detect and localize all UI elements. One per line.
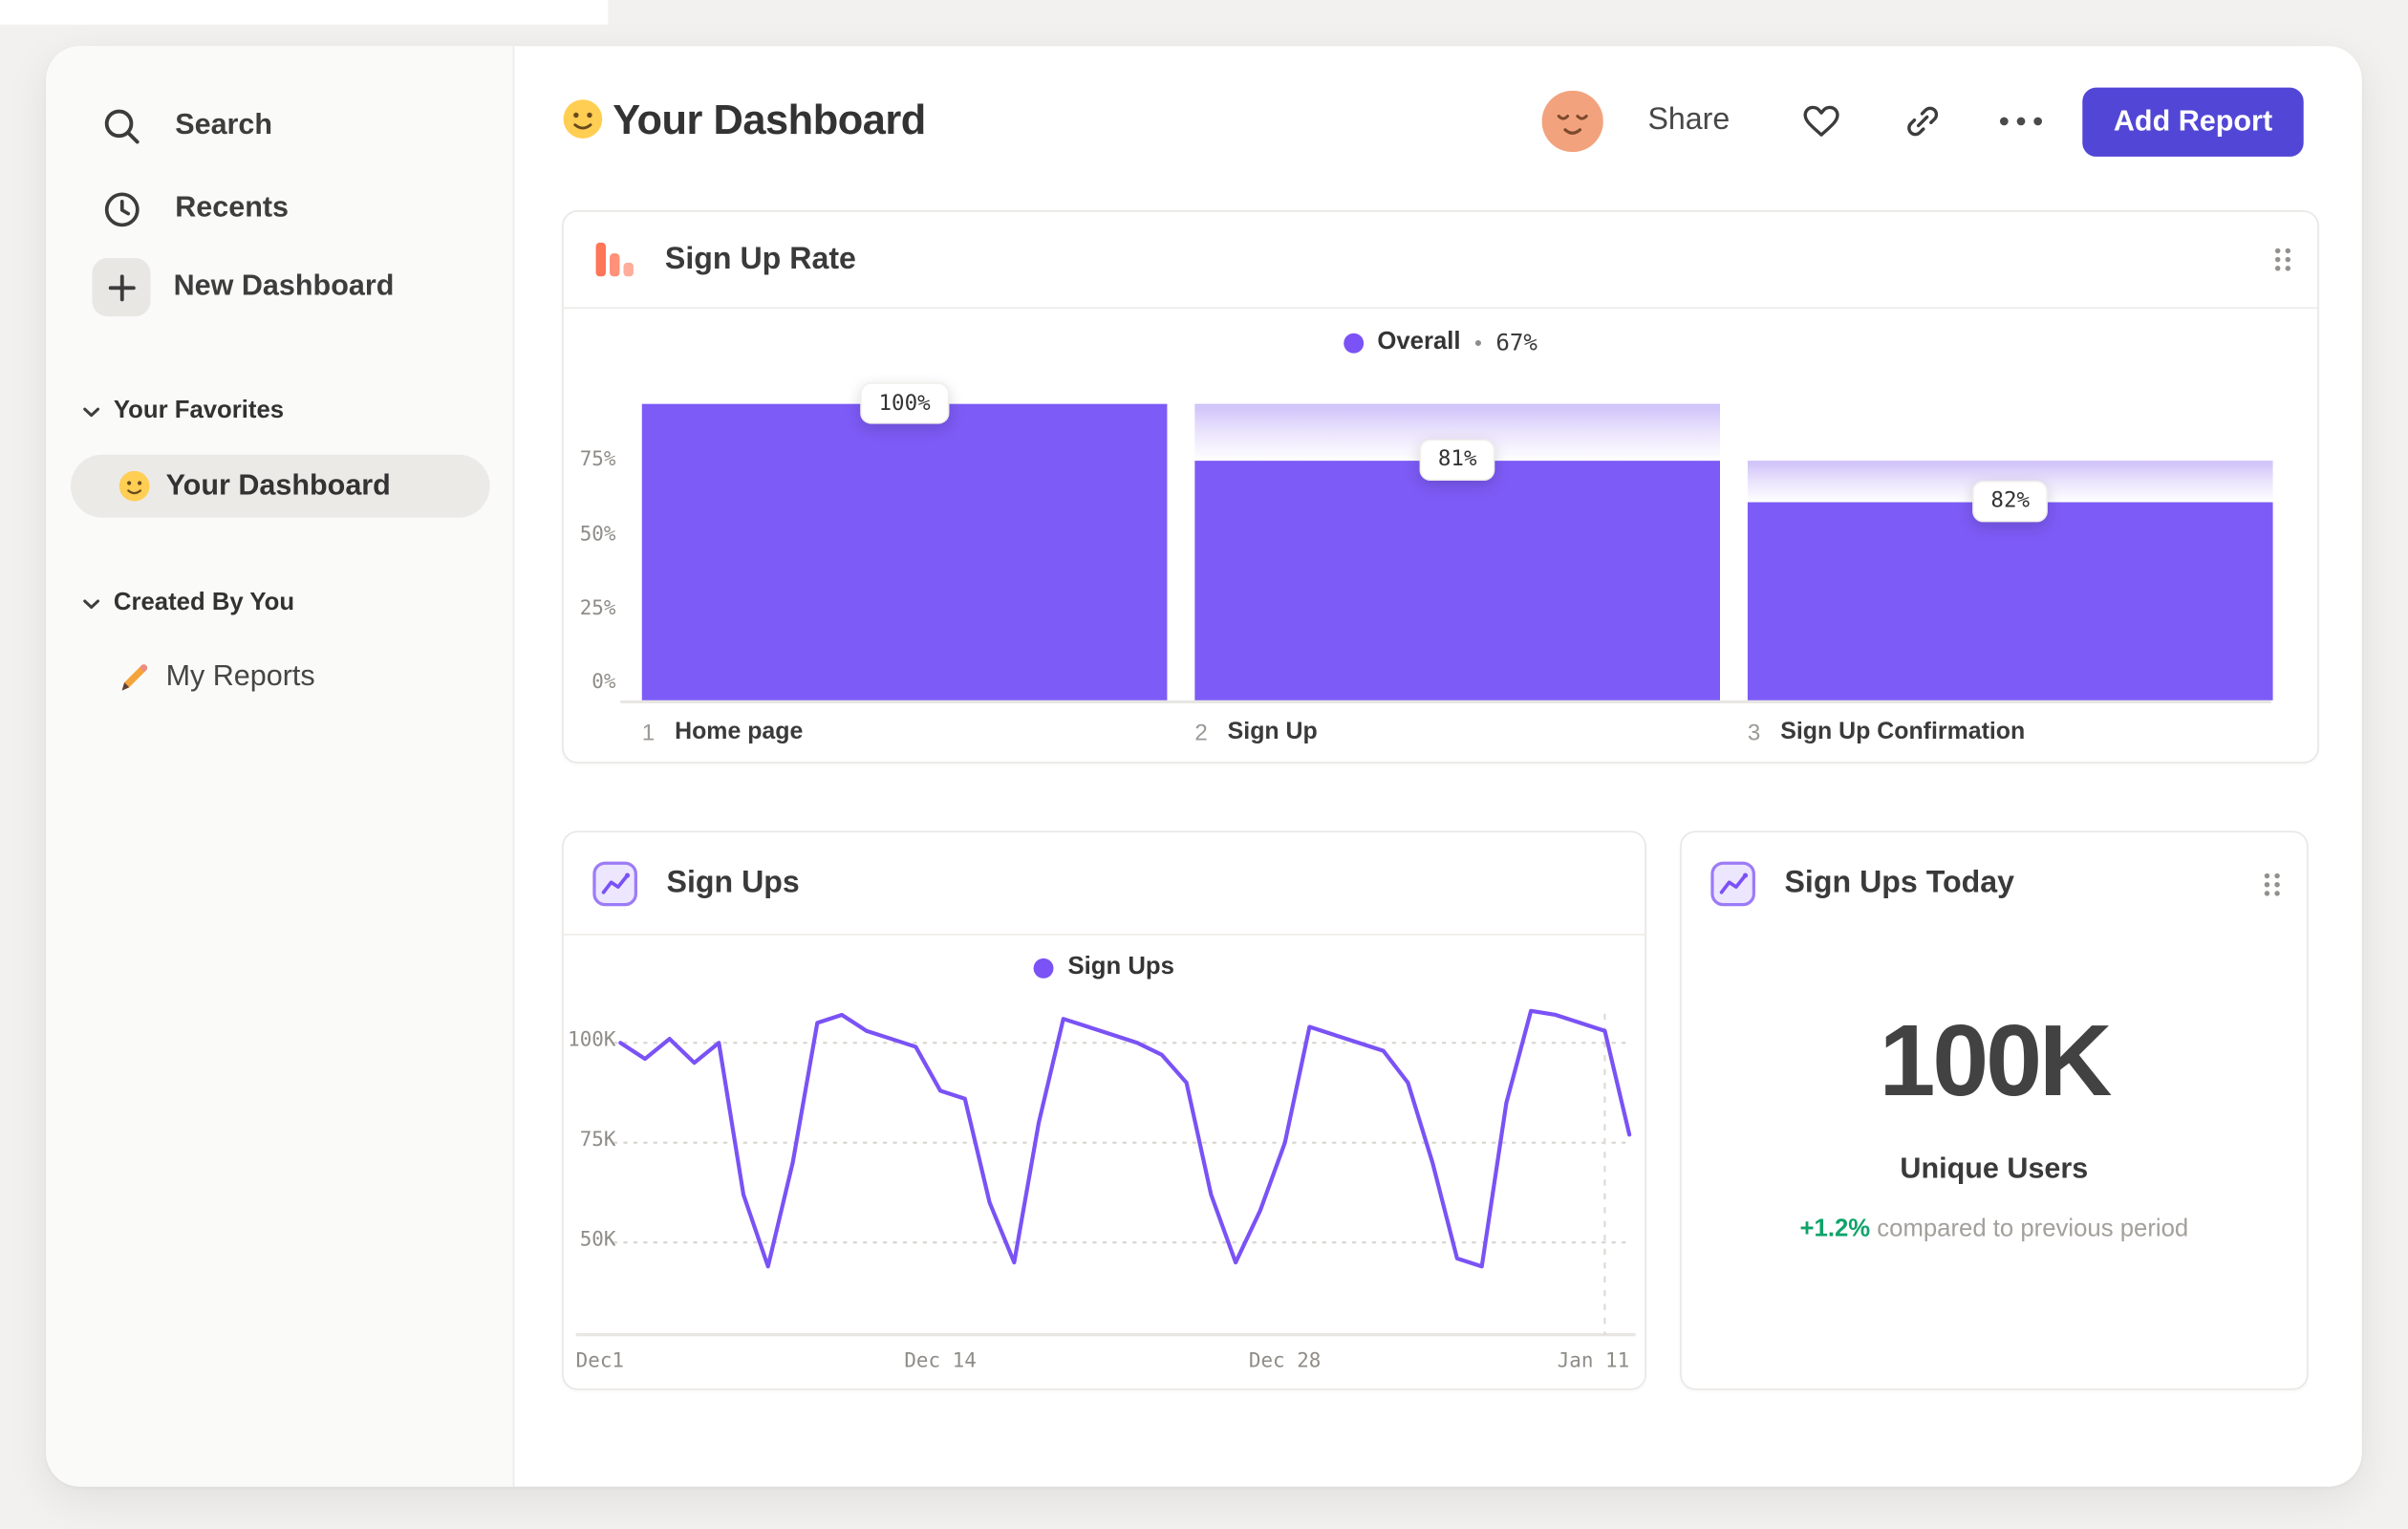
- link-icon: [1903, 101, 1943, 141]
- legend-value: 67%: [1495, 328, 1537, 356]
- legend-label: Sign Ups: [1067, 954, 1174, 980]
- funnel-y-tick: 25%: [579, 596, 616, 620]
- clock-icon: [92, 188, 150, 229]
- legend-dot: [1034, 958, 1055, 978]
- funnel-step-label: 2 Sign Up: [1194, 719, 1317, 746]
- line-y-tick: 100K: [568, 1028, 616, 1052]
- add-report-button[interactable]: Add Report: [2082, 87, 2304, 157]
- line-chart-icon: [591, 859, 639, 907]
- sidebar-item-new-dashboard[interactable]: New Dashboard: [92, 256, 394, 317]
- copy-link-button[interactable]: [1903, 101, 1943, 141]
- dashboard-emoji-icon: [562, 98, 603, 140]
- card-header: Sign Up Rate: [563, 212, 2318, 310]
- funnel-chart-icon: [591, 235, 637, 284]
- funnel-step-name: Sign Up Confirmation: [1780, 719, 2026, 745]
- signup-rate-card: Sign Up Rate Overall • 67% 75% 50% 25% 0% 10…: [562, 210, 2319, 764]
- section-label: Created By You: [113, 590, 295, 616]
- funnel-step-name: Home page: [675, 719, 804, 745]
- sidebar-new-dashboard-label: New Dashboard: [173, 269, 395, 303]
- section-label: Your Favorites: [113, 398, 285, 424]
- funnel-bar: [1747, 502, 2273, 700]
- signups-line-series: [618, 1008, 1632, 1269]
- line-x-tick: Dec1: [575, 1349, 625, 1373]
- delta-value: +1.2%: [1799, 1216, 1871, 1243]
- funnel-step-label: 3 Sign Up Confirmation: [1748, 719, 2025, 746]
- card-header: Sign Ups: [563, 832, 1645, 936]
- plus-icon: [92, 257, 151, 317]
- sidebar: Search Recents New Dashboard Your Favori…: [46, 46, 515, 1487]
- drag-handle-icon[interactable]: [2273, 247, 2293, 272]
- line-y-tick: 50K: [579, 1228, 616, 1252]
- funnel-step-number: 2: [1194, 719, 1208, 746]
- sidebar-item-your-dashboard[interactable]: Your Dashboard: [70, 454, 490, 518]
- ellipsis-icon: [1998, 116, 2044, 128]
- funnel-bar: [1194, 460, 1720, 700]
- avatar[interactable]: [1541, 90, 1603, 153]
- card-title: Sign Ups: [666, 865, 800, 899]
- sidebar-section-created-by-you[interactable]: Created By You: [83, 589, 294, 619]
- legend-bullet: •: [1474, 330, 1482, 355]
- sidebar-recents-label: Recents: [175, 191, 290, 225]
- drag-handle-icon[interactable]: [2262, 871, 2282, 896]
- sidebar-item-recents[interactable]: Recents: [92, 178, 289, 239]
- sidebar-section-your-favorites[interactable]: Your Favorites: [83, 397, 284, 427]
- delta-row: +1.2% compared to previous period: [1682, 1217, 2307, 1244]
- funnel-y-tick: 50%: [579, 523, 616, 547]
- line-x-tick: Dec 28: [1248, 1349, 1322, 1373]
- delta-description: compared to previous period: [1877, 1216, 2189, 1243]
- unique-users-value: 100K: [1879, 1002, 2113, 1117]
- chevron-down-icon: [83, 598, 100, 609]
- sidebar-my-reports-label: My Reports: [165, 660, 315, 693]
- window-chrome-artifact: [0, 0, 609, 25]
- card-title: Sign Up Rate: [664, 242, 856, 276]
- line-x-tick: Dec 14: [904, 1349, 977, 1373]
- card-header: Sign Ups Today: [1682, 832, 2307, 936]
- line-legend[interactable]: Sign Ups: [564, 954, 1645, 981]
- page: Search Recents New Dashboard Your Favori…: [0, 0, 2408, 1529]
- funnel-bar: [641, 403, 1168, 700]
- funnel-value-chip: 81%: [1419, 439, 1495, 481]
- funnel-plot: 75% 50% 25% 0% 100% 1 Home page 81% 2 Sign Up 82% 3…: [564, 374, 2317, 745]
- line-chart-icon: [1709, 860, 1757, 908]
- legend-dot: [1344, 332, 1364, 353]
- card-title: Sign Ups Today: [1784, 866, 2014, 900]
- sidebar-item-my-reports[interactable]: My Reports: [118, 647, 315, 708]
- funnel-step-name: Sign Up: [1227, 719, 1318, 745]
- favorite-heart-button[interactable]: [1801, 101, 1841, 140]
- line-plot: [564, 986, 1648, 1355]
- share-button[interactable]: Share: [1647, 103, 1730, 139]
- sidebar-search-label: Search: [175, 109, 273, 141]
- app-window: Search Recents New Dashboard Your Favori…: [46, 46, 2362, 1487]
- search-icon: [92, 105, 150, 146]
- heart-icon: [1801, 101, 1841, 140]
- funnel-value-chip: 100%: [860, 382, 949, 424]
- funnel-y-tick: 0%: [591, 671, 616, 695]
- legend-label: Overall: [1377, 328, 1461, 355]
- signups-chart-card: Sign Ups Sign Ups 100K 75K 50K Dec1 Dec 14 De…: [562, 830, 1648, 1390]
- funnel-value-chip: 82%: [1972, 480, 2049, 522]
- line-x-tick: Jan 11: [1557, 1349, 1630, 1373]
- unique-users-label: Unique Users: [1900, 1152, 2089, 1186]
- line-y-tick: 75K: [579, 1129, 616, 1152]
- funnel-step-label: 1 Home page: [642, 719, 804, 746]
- chevron-down-icon: [83, 406, 100, 417]
- sidebar-your-dashboard-label: Your Dashboard: [165, 468, 391, 502]
- more-options-button[interactable]: [1998, 116, 2044, 128]
- funnel-y-tick: 75%: [579, 448, 616, 472]
- funnel-legend[interactable]: Overall • 67%: [564, 329, 2317, 356]
- funnel-step-number: 1: [641, 719, 656, 746]
- funnel-step-number: 3: [1747, 719, 1761, 746]
- sidebar-item-search[interactable]: Search: [92, 96, 272, 157]
- signups-today-card: Sign Ups Today 100K Unique Users +1.2% c…: [1680, 830, 2309, 1390]
- smiley-emoji-icon: [118, 470, 150, 502]
- pencil-icon: [121, 663, 148, 690]
- line-chart-svg: [575, 1008, 1636, 1337]
- page-title: Your Dashboard: [613, 97, 926, 143]
